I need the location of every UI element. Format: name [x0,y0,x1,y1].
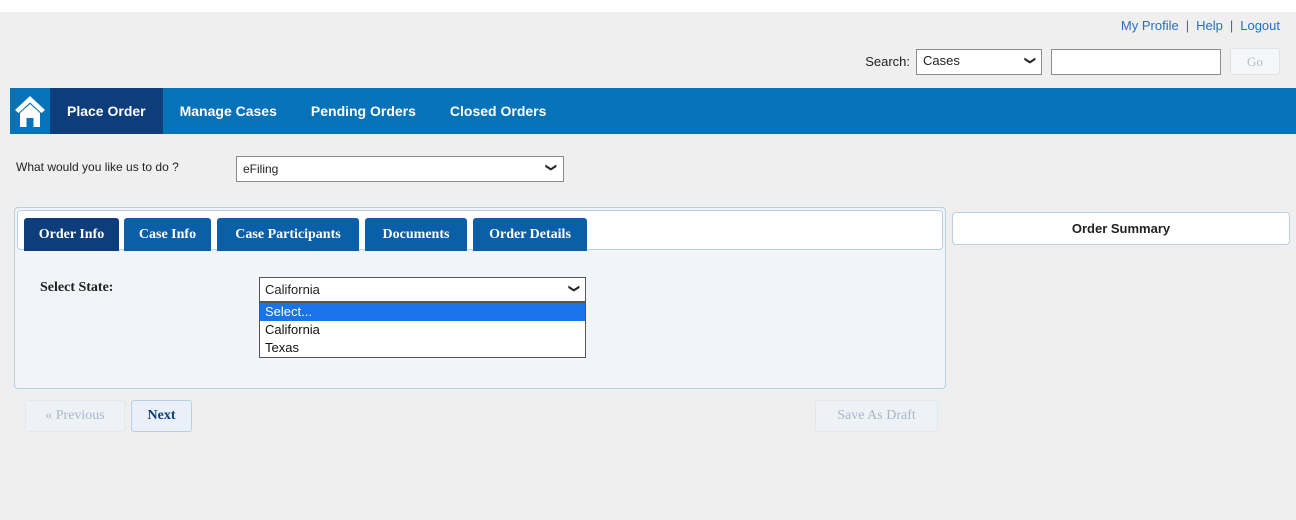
nav-pending-orders[interactable]: Pending Orders [294,88,433,134]
nav-place-order[interactable]: Place Order [50,88,163,134]
state-dropdown-list: Select... California Texas [259,302,586,358]
help-link[interactable]: Help [1196,18,1223,33]
state-option-select[interactable]: Select... [260,303,585,321]
chevron-down-icon: ❯ [567,283,580,294]
state-select-value: California [265,282,320,297]
chevron-down-icon: ❯ [544,162,557,173]
state-label: Select State: [40,280,114,295]
link-separator: | [1229,18,1234,33]
previous-button[interactable]: « Previous [25,400,125,432]
state-option-texas[interactable]: Texas [260,339,585,357]
tab-order-info[interactable]: Order Info [24,218,119,251]
search-bar: Search: Cases ❯ Go [865,48,1280,75]
task-select-value: eFiling [243,162,279,176]
main-nav: Place Order Manage Cases Pending Orders … [10,88,1296,134]
state-select[interactable]: California ❯ [259,277,586,302]
search-scope-select[interactable]: Cases ❯ [916,48,1042,75]
nav-manage-cases[interactable]: Manage Cases [163,88,294,134]
nav-closed-orders[interactable]: Closed Orders [433,88,563,134]
state-option-california[interactable]: California [260,321,585,339]
save-as-draft-button[interactable]: Save As Draft [815,400,938,432]
task-label: What would you like us to do ? [16,160,179,174]
tab-bar: Order Info Case Info Case Participants D… [17,210,943,251]
chevron-down-icon: ❯ [1023,55,1036,65]
tab-order-details[interactable]: Order Details [473,218,587,251]
tab-case-participants[interactable]: Case Participants [217,218,359,251]
home-icon[interactable] [10,88,50,134]
tab-content: Select State: California ❯ Select... Cal… [15,250,945,388]
task-select[interactable]: eFiling ❯ [236,156,564,182]
header-links: My Profile | Help | Logout [1121,18,1280,33]
next-button[interactable]: Next [131,400,192,432]
link-separator: | [1185,18,1190,33]
task-row: What would you like us to do ? eFiling ❯ [16,156,564,182]
page-background: My Profile | Help | Logout Search: Cases ❯ G… [0,12,1296,520]
order-panel: Order Info Case Info Case Participants D… [14,207,946,389]
my-profile-link[interactable]: My Profile [1121,18,1179,33]
tab-documents[interactable]: Documents [365,218,467,251]
tab-case-info[interactable]: Case Info [124,218,211,251]
search-scope-value: Cases [923,52,960,68]
logout-link[interactable]: Logout [1240,18,1280,33]
search-input[interactable] [1051,48,1221,75]
search-label: Search: [865,54,910,69]
go-button[interactable]: Go [1230,48,1280,75]
order-summary-header: Order Summary [952,212,1290,245]
